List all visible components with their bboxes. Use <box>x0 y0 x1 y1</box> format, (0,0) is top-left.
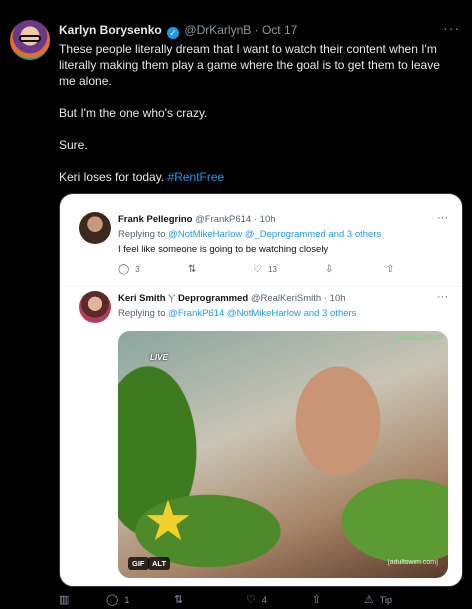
q1-separator: · <box>253 214 258 225</box>
tip-icon: ⚠ <box>364 594 374 606</box>
q2-time[interactable]: 10h <box>330 293 346 304</box>
gif-watermark-bottom: [adultswim.com] <box>387 559 438 566</box>
q1-replying: Replying to @NotMikeHarlow @_Deprogramme… <box>118 229 381 241</box>
retweet-icon: ⇅ <box>174 594 184 606</box>
retweet-icon: ⇅ <box>188 264 197 275</box>
q1-more-dots-icon[interactable]: ··· <box>437 212 448 224</box>
tweet-actions: ▥ ◯ 1 ⇅ ♡ 4 ⇧ ⚠ Tip <box>59 593 459 607</box>
sprout-icon: Ⲩ <box>168 293 176 304</box>
q1-header: Frank Pellegrino @FrankP614 · 10h <box>118 214 276 226</box>
tweet: Karlyn Borysenko ✓ @DrKarlynB · Oct 17 ·… <box>0 0 472 609</box>
analytics-action[interactable]: ▥ <box>59 593 75 606</box>
q2-handle[interactable]: @RealKeriSmith <box>251 293 321 304</box>
q1-time[interactable]: 10h <box>260 214 276 225</box>
reply-icon: ◯ <box>118 264 130 275</box>
analytics-icon: ▥ <box>59 594 70 606</box>
gif-watermark-top: TRENDIZISST <box>396 335 442 342</box>
avatar-glasses <box>19 35 41 42</box>
like-action[interactable]: ♡ 4 <box>246 593 267 606</box>
tip-label: Tip <box>379 595 393 605</box>
tweet-body: These people literally dream that I want… <box>59 41 459 185</box>
q2-separator: · <box>323 293 328 304</box>
download-icon: ⇩ <box>325 264 334 275</box>
q1-name[interactable]: Frank Pellegrino <box>118 214 192 225</box>
q1-share-action[interactable]: ⇧ <box>386 264 400 275</box>
share-icon: ⇧ <box>386 264 395 275</box>
reply-action[interactable]: ◯ 1 <box>106 593 129 606</box>
q1-replying-targets[interactable]: @NotMikeHarlow @_Deprogrammed and 3 othe… <box>168 229 381 240</box>
reply-icon: ◯ <box>106 594 119 606</box>
q1-download-action[interactable]: ⇩ <box>325 264 339 275</box>
tweet-paragraph-1: These people literally dream that I want… <box>59 42 440 88</box>
author-name[interactable]: Karlyn Borysenko <box>59 23 162 37</box>
tweet-paragraph-3: Sure. <box>59 138 88 152</box>
header-separator: · <box>254 23 259 37</box>
share-action[interactable]: ⇧ <box>312 593 327 606</box>
hashtag-link[interactable]: #RentFree <box>168 170 225 184</box>
verified-badge-icon: ✓ <box>167 27 180 39</box>
q1-text: I feel like someone is going to be watch… <box>118 244 329 255</box>
frank-avatar[interactable] <box>79 212 111 244</box>
q1-like-count: 13 <box>267 265 277 274</box>
reply-count: 1 <box>124 595 130 605</box>
q2-replying-targets[interactable]: @FrankP614 @NotMikeHarlow and 3 others <box>168 308 356 319</box>
star-logo-icon: ★ <box>142 489 194 552</box>
q2-replying-prefix: Replying to <box>118 308 166 319</box>
q1-like-action[interactable]: ♡ 13 <box>253 264 277 275</box>
q2-more-dots-icon[interactable]: ··· <box>437 291 448 303</box>
tweet-paragraph-2: But I'm the one who's crazy. <box>59 106 208 120</box>
tip-action[interactable]: ⚠ Tip <box>364 593 392 606</box>
q-divider <box>60 286 462 287</box>
author-handle[interactable]: @DrKarlynB <box>184 23 251 37</box>
tweet-paragraph-4: Keri loses for today. #RentFree <box>59 169 459 185</box>
like-count: 4 <box>261 595 267 605</box>
q2-name-suffix: Deprogrammed <box>178 293 249 304</box>
author-avatar[interactable] <box>10 20 50 60</box>
heart-icon: ♡ <box>253 264 262 275</box>
tweet-date[interactable]: Oct 17 <box>262 23 297 37</box>
tweet-last-line: Keri loses for today. <box>59 170 165 184</box>
retweet-action[interactable]: ⇅ <box>174 593 189 606</box>
gif-live-overlay: LIVE <box>150 353 168 362</box>
share-icon: ⇧ <box>312 594 322 606</box>
gif-media[interactable]: LIVE TRENDIZISST ★ [adultswim.com] GIF A… <box>118 331 448 578</box>
keri-avatar[interactable] <box>79 291 111 323</box>
tweet-header: Karlyn Borysenko ✓ @DrKarlynB · Oct 17 <box>59 23 297 39</box>
quoted-screenshot[interactable]: Frank Pellegrino @FrankP614 · 10h ··· Re… <box>59 193 463 587</box>
q1-handle[interactable]: @FrankP614 <box>195 214 251 225</box>
q1-actions: ◯ 3 ⇅ ♡ 13 ⇩ ⇧ <box>118 264 418 278</box>
q1-reply-action[interactable]: ◯ 3 <box>118 264 140 275</box>
gif-badge: GIF <box>128 557 149 570</box>
q1-replying-prefix: Replying to <box>118 229 166 240</box>
q1-reply-count: 3 <box>135 265 140 274</box>
q2-header: Keri Smith Ⲩ Deprogrammed @RealKeriSmith… <box>118 293 346 305</box>
q1-retweet-action[interactable]: ⇅ <box>188 264 202 275</box>
q2-replying: Replying to @FrankP614 @NotMikeHarlow an… <box>118 308 356 320</box>
more-dots-icon[interactable]: ··· <box>443 20 460 36</box>
alt-badge[interactable]: ALT <box>148 557 171 570</box>
heart-icon: ♡ <box>246 594 256 606</box>
q2-name[interactable]: Keri Smith <box>118 293 166 304</box>
